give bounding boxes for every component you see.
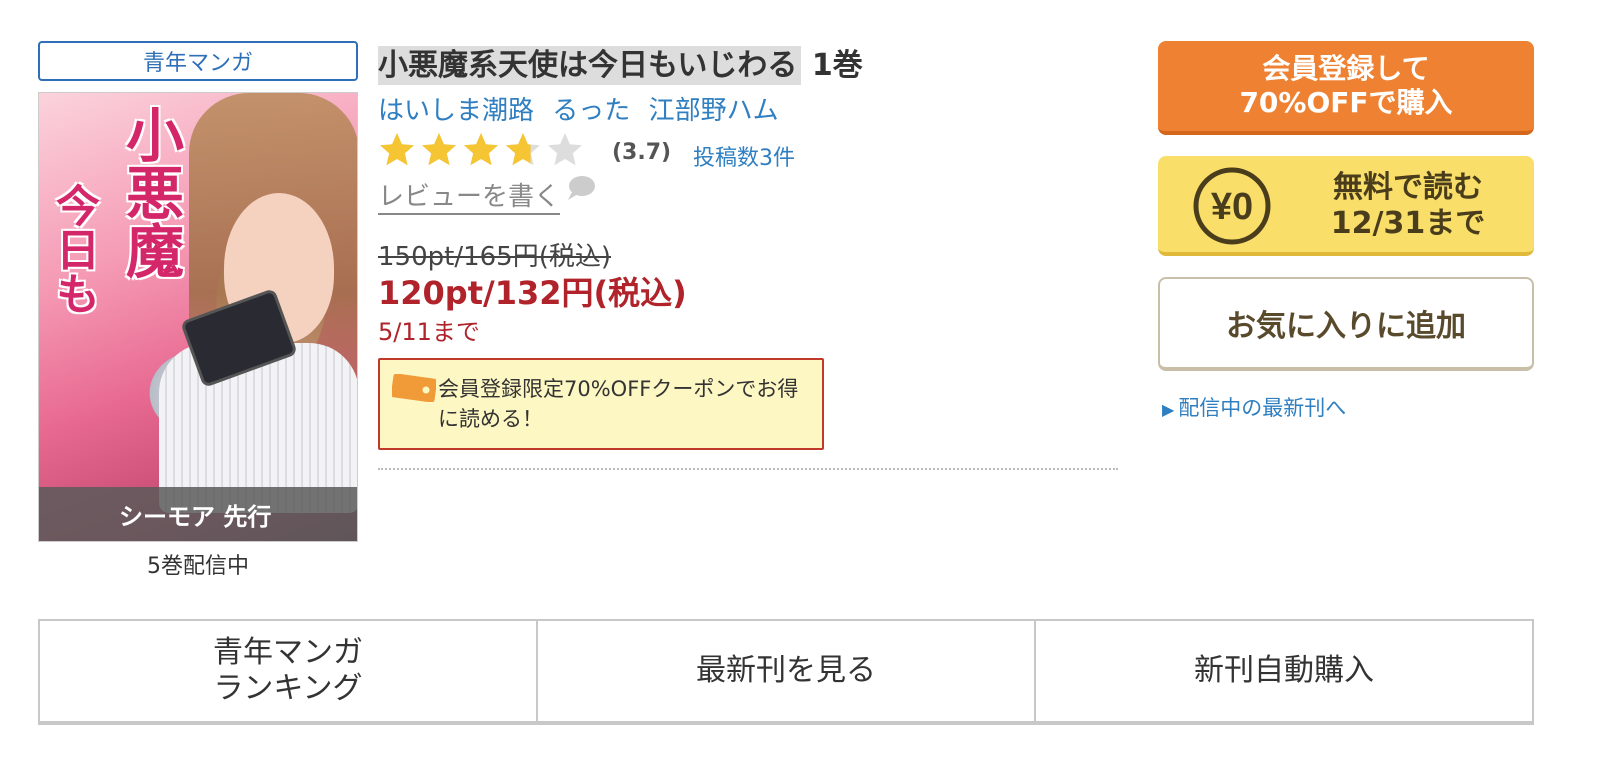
tab-auto-purchase[interactable]: 新刊自動購入 bbox=[1036, 621, 1532, 721]
free-read-button[interactable]: ¥0 無料で読む 12/31まで bbox=[1158, 156, 1534, 256]
add-favorite-label: お気に入りに追加 bbox=[1226, 309, 1466, 344]
author-link[interactable]: るった bbox=[552, 96, 630, 126]
free-read-label: 無料で読む 12/31まで bbox=[1308, 170, 1508, 242]
rating-stars bbox=[378, 128, 588, 172]
sale-deadline: 5/11まで bbox=[378, 318, 480, 346]
latest-volume-link[interactable]: ▶ 配信中の最新刊へ bbox=[1162, 392, 1346, 422]
tab-ranking-label: 青年マンガ ランキング bbox=[213, 635, 363, 706]
triangle-right-icon: ▶ bbox=[1162, 400, 1175, 419]
title-volume: 1巻 bbox=[811, 48, 863, 83]
author-link[interactable]: はいしま潮路 bbox=[378, 96, 534, 126]
divider bbox=[378, 468, 1118, 470]
cover-image[interactable]: 小悪魔 今日も シーモア 先行 bbox=[38, 92, 358, 542]
volumes-available: 5巻配信中 bbox=[147, 554, 249, 579]
cover-title-main: 小悪魔 bbox=[116, 105, 184, 279]
sale-price: 120pt/132円(税込) bbox=[378, 274, 687, 312]
star-icon bbox=[378, 131, 416, 169]
rating-value: (3.7) bbox=[612, 140, 672, 165]
ticket-icon bbox=[392, 374, 436, 402]
title-main: 小悪魔系天使は今日もいじわる bbox=[378, 46, 802, 85]
cover-footer-label: シーモア 先行 bbox=[39, 487, 357, 541]
bottom-tabs: 青年マンガ ランキング 最新刊を見る 新刊自動購入 bbox=[38, 619, 1534, 725]
tab-latest[interactable]: 最新刊を見る bbox=[538, 621, 1036, 721]
svg-text:¥0: ¥0 bbox=[1211, 186, 1253, 228]
free-read-label-line1: 無料で読む bbox=[1333, 170, 1483, 205]
register-purchase-label: 会員登録して 70%OFFで購入 bbox=[1239, 52, 1453, 119]
coupon-banner[interactable]: 会員登録限定70%OFFクーポンでお得に読める！ bbox=[378, 358, 824, 450]
star-icon bbox=[462, 131, 500, 169]
coupon-text: 会員登録限定70%OFFクーポンでお得に読める！ bbox=[438, 377, 799, 431]
free-read-label-line2: 12/31まで bbox=[1330, 206, 1486, 241]
tab-auto-purchase-label: 新刊自動購入 bbox=[1194, 653, 1374, 688]
add-favorite-button[interactable]: お気に入りに追加 bbox=[1158, 277, 1534, 371]
page-title: 小悪魔系天使は今日もいじわる 1巻 bbox=[378, 40, 863, 85]
tab-latest-label: 最新刊を見る bbox=[696, 653, 876, 688]
cover-title-sub: 今日も bbox=[48, 183, 99, 315]
write-review-label: レビューを書く bbox=[378, 176, 561, 215]
review-count-link[interactable]: 投稿数3件 bbox=[693, 140, 795, 172]
star-icon bbox=[504, 131, 542, 169]
authors: はいしま潮路 るった 江部野ハム bbox=[378, 90, 789, 127]
star-icon bbox=[420, 131, 458, 169]
genre-badge[interactable]: 青年マンガ bbox=[38, 41, 358, 81]
speech-bubble-icon bbox=[568, 175, 596, 200]
register-purchase-button[interactable]: 会員登録して 70%OFFで購入 bbox=[1158, 41, 1534, 135]
star-icon bbox=[546, 131, 584, 169]
latest-volume-label: 配信中の最新刊へ bbox=[1178, 396, 1347, 420]
tab-ranking[interactable]: 青年マンガ ランキング bbox=[40, 621, 538, 721]
author-link[interactable]: 江部野ハム bbox=[649, 96, 779, 126]
yen-zero-icon: ¥0 bbox=[1193, 167, 1271, 245]
write-review-link[interactable]: レビューを書く bbox=[378, 175, 596, 215]
